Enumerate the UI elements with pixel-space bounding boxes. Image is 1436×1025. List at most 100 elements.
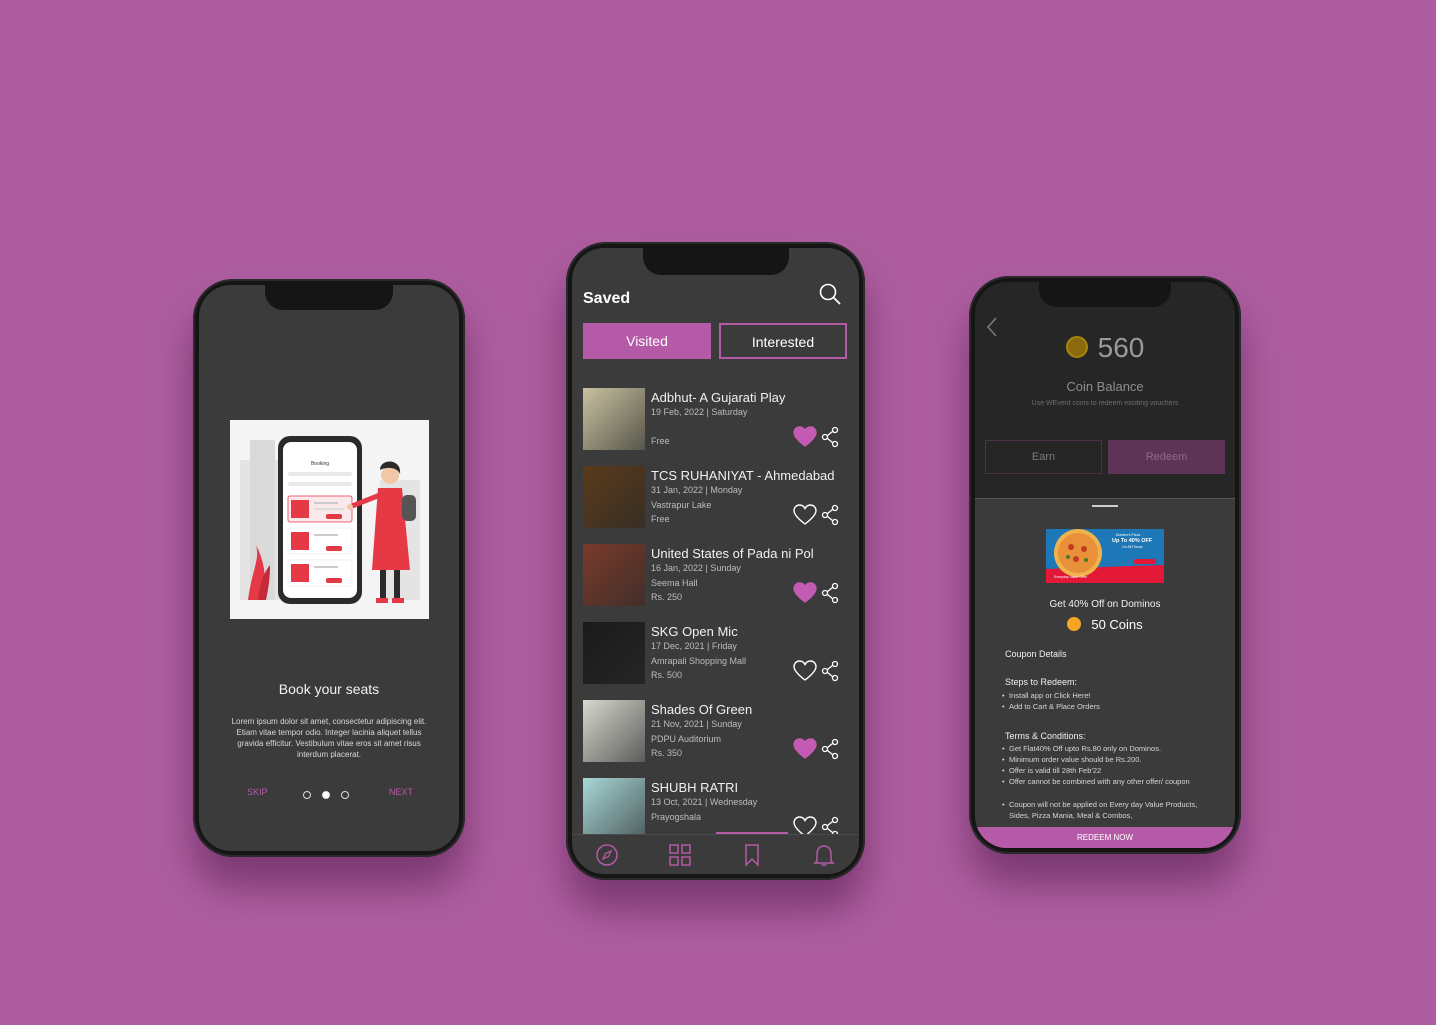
coin-balance-value: 560: [1097, 332, 1145, 363]
page-dot[interactable]: [341, 791, 349, 799]
event-price: Rs. 250: [651, 592, 683, 602]
event-thumbnail[interactable]: [583, 778, 645, 834]
onboarding-title: Book your seats: [278, 681, 380, 697]
event-card[interactable]: SHUBH RATRI 13 Oct, 2021 | Wednesday Prayo…: [583, 778, 853, 834]
page-dot-active[interactable]: [322, 791, 330, 799]
share-icon[interactable]: [820, 582, 840, 604]
terms-heading: Terms & Conditions:: [1005, 731, 1086, 741]
event-price: Free: [651, 514, 670, 524]
event-card[interactable]: SKG Open Mic 17 Dec, 2021 | Friday Amrapal…: [583, 622, 853, 690]
term-item: Offer cannot be combined with any other …: [1002, 776, 1209, 787]
share-icon[interactable]: [820, 426, 840, 448]
term-item: Offer is valid till 28th Feb'22: [1002, 765, 1209, 776]
term-item: Coupon will not be applied on Every day …: [1002, 799, 1209, 821]
explore-icon[interactable]: [595, 843, 619, 867]
phone-notch: [642, 248, 789, 275]
banner-brand: Domino's Pizza: [1116, 533, 1141, 537]
share-icon[interactable]: [820, 738, 840, 760]
event-thumbnail[interactable]: [583, 466, 645, 528]
heart-outline-icon[interactable]: [793, 504, 817, 526]
redeem-button[interactable]: Redeem: [1108, 440, 1225, 474]
event-title[interactable]: SKG Open Mic: [651, 624, 738, 639]
event-list: Adbhut- A Gujarati Play 19 Feb, 2022 | Sa…: [572, 388, 859, 834]
event-title[interactable]: SHUBH RATRI: [651, 780, 738, 795]
event-venue: Prayogshala: [651, 811, 702, 822]
event-venue: Seema Hall: [651, 577, 698, 588]
heart-filled-icon[interactable]: [793, 582, 817, 604]
page-title: Saved: [583, 290, 631, 307]
event-thumbnail[interactable]: [583, 388, 645, 450]
page-indicator: [303, 786, 360, 804]
event-price: Rs. 350: [651, 748, 683, 758]
offer-title: Get 40% Off on Dominos: [1049, 599, 1161, 610]
step-item: Add to Cart & Place Orders: [1002, 701, 1209, 712]
event-card[interactable]: United States of Pada ni Pol 16 Jan, 2022…: [583, 544, 853, 612]
event-thumbnail[interactable]: [583, 544, 645, 606]
banner-subtext: On All Pizzas: [1122, 545, 1143, 549]
coin-balance-row: 560: [975, 332, 1235, 364]
wallet-screen: 560 Coin Balance Use WEvent coins to red…: [975, 282, 1235, 848]
heart-outline-icon[interactable]: [793, 816, 817, 834]
event-date: 17 Dec, 2021 | Friday: [651, 641, 737, 651]
offer-coins-value: 50 Coins: [1091, 617, 1143, 632]
page-dot[interactable]: [303, 791, 311, 799]
event-date: 19 Feb, 2022 | Saturday: [651, 407, 748, 417]
next-button[interactable]: NEXT: [389, 787, 413, 797]
bookmark-icon[interactable]: [740, 843, 764, 867]
event-title[interactable]: United States of Pada ni Pol: [651, 546, 814, 561]
dominos-offer-banner: Domino's Pizza Up To 40% OFF On All Pizz…: [1046, 529, 1164, 583]
redeem-now-button[interactable]: REDEEM NOW: [975, 827, 1235, 848]
sheet-drag-handle[interactable]: [1092, 505, 1118, 507]
event-date: 31 Jan, 2022 | Monday: [651, 485, 743, 495]
steps-heading: Steps to Redeem:: [1005, 677, 1078, 687]
event-price: Rs. 500: [651, 670, 683, 680]
banner-footer: Everyday Value Offer: [1054, 575, 1087, 579]
share-icon[interactable]: [820, 816, 840, 834]
phone-wallet: 560 Coin Balance Use WEvent coins to red…: [969, 276, 1241, 854]
banner-headline: Up To 40% OFF: [1112, 538, 1153, 544]
event-date: 21 Nov, 2021 | Sunday: [651, 719, 742, 729]
event-card[interactable]: Shades Of Green 21 Nov, 2021 | Sunday PDPU…: [583, 700, 853, 768]
phone-notch: [1039, 282, 1171, 307]
onboarding-description: Lorem ipsum dolor sit amet, consectetur …: [231, 717, 427, 759]
saved-screen: Saved Visited Interested Adbhut- A Gujar…: [572, 248, 859, 874]
booking-illustration: Booking: [230, 420, 429, 619]
tab-interested[interactable]: Interested: [719, 323, 847, 359]
bell-icon[interactable]: [812, 843, 836, 867]
term-item: Get Flat40% Off upto Rs.80 only on Domin…: [1002, 743, 1209, 754]
coin-icon: [1065, 335, 1088, 358]
event-thumbnail[interactable]: [583, 700, 645, 762]
phone-onboarding: Booking Book your seats Lorem ipsum dolo…: [193, 279, 465, 857]
skip-button[interactable]: SKIP: [247, 787, 268, 797]
heart-filled-icon[interactable]: [793, 426, 817, 448]
step-item: Install app or Click Here!: [1002, 690, 1209, 701]
search-icon[interactable]: [818, 282, 842, 306]
heart-outline-icon[interactable]: [793, 660, 817, 682]
offer-coin-cost: 50 Coins: [975, 616, 1235, 633]
onboarding-screen: Booking Book your seats Lorem ipsum dolo…: [199, 285, 459, 851]
event-title[interactable]: TCS RUHANIYAT - Ahmedabad: [651, 468, 835, 483]
svg-text:Booking: Booking: [311, 461, 329, 467]
offer-bottom-sheet: Domino's Pizza Up To 40% OFF On All Pizz…: [975, 498, 1235, 848]
event-thumbnail[interactable]: [583, 622, 645, 684]
event-card[interactable]: TCS RUHANIYAT - Ahmedabad 31 Jan, 2022 | …: [583, 466, 853, 534]
tab-visited[interactable]: Visited: [583, 323, 711, 359]
grid-icon[interactable]: [668, 843, 692, 867]
heart-filled-icon[interactable]: [793, 738, 817, 760]
share-icon[interactable]: [820, 504, 840, 526]
share-icon[interactable]: [820, 660, 840, 682]
event-card[interactable]: Adbhut- A Gujarati Play 19 Feb, 2022 | Sa…: [583, 388, 853, 456]
term-item: Minimum order value should be Rs.200.: [1002, 754, 1209, 765]
coin-balance-label: Coin Balance: [1066, 379, 1144, 394]
event-title[interactable]: Shades Of Green: [651, 702, 752, 717]
coin-balance-subtitle: Use WEvent coins to redeem exciting vouc…: [1031, 400, 1179, 407]
bottom-navigation: [572, 834, 859, 874]
earn-button[interactable]: Earn: [985, 440, 1102, 474]
event-venue: PDPU Auditorium: [651, 733, 722, 744]
coupon-details-heading: Coupon Details: [1005, 649, 1067, 659]
phone-saved: Saved Visited Interested Adbhut- A Gujar…: [566, 242, 865, 880]
event-price: Free: [651, 436, 670, 446]
event-title[interactable]: Adbhut- A Gujarati Play: [651, 390, 785, 405]
coin-icon: [1067, 616, 1082, 631]
event-date: 16 Jan, 2022 | Sunday: [651, 563, 741, 573]
